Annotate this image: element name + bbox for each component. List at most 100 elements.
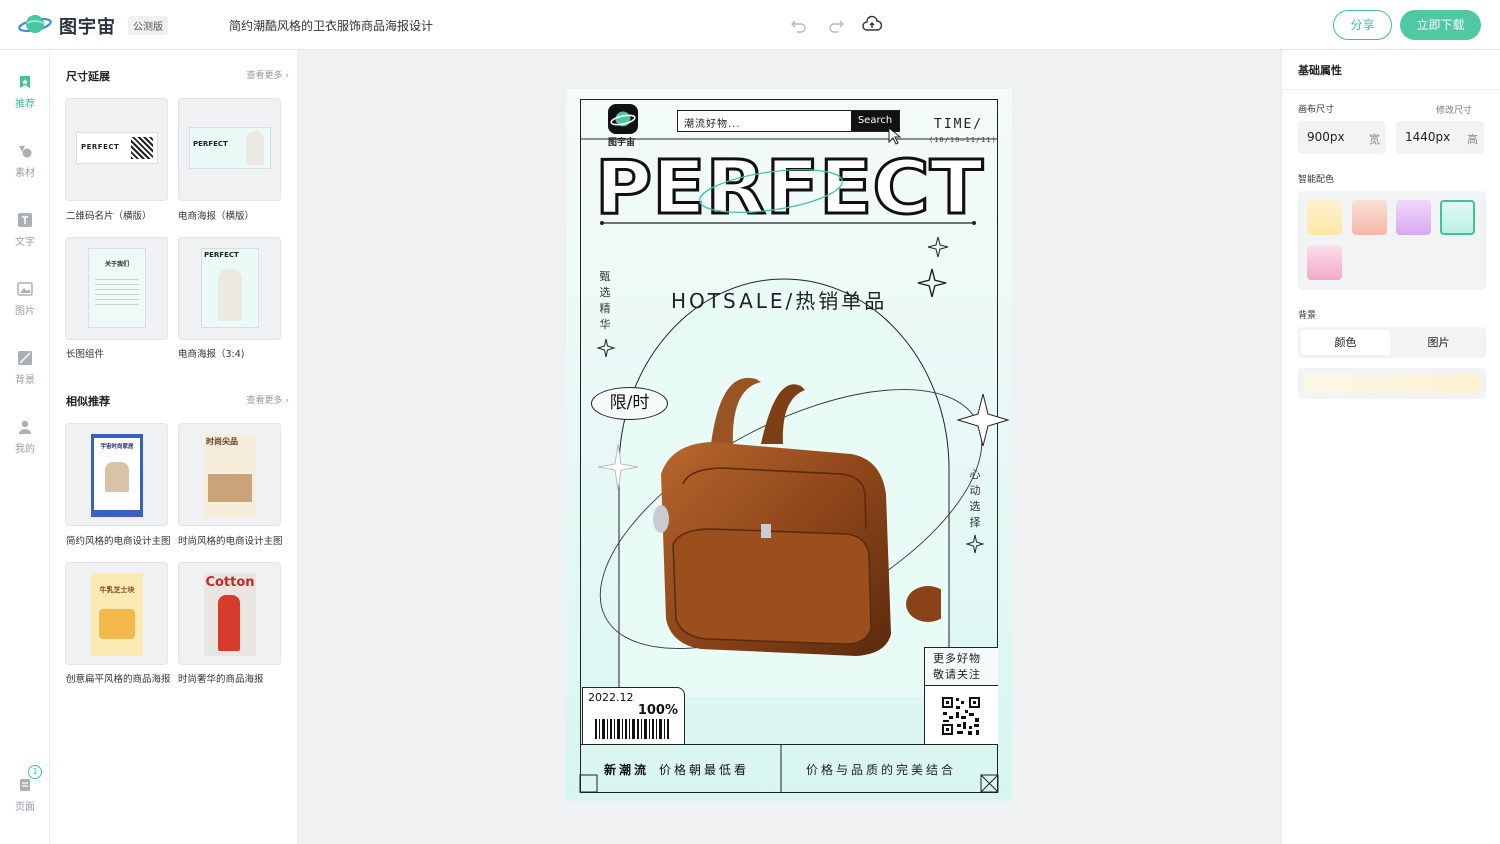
rail-item-mine[interactable]: 我的	[0, 419, 50, 469]
thumbnail: 宇宙时尚家居	[91, 434, 143, 517]
share-button[interactable]: 分享	[1333, 10, 1392, 40]
left-nav-rail: 推荐 素材 文字 图片 背景 我的 页面 1	[0, 50, 50, 844]
width-field[interactable]: 900px 宽	[1298, 121, 1386, 154]
top-bar: 图宇宙 公测版 简约潮酷风格的卫衣服饰商品海报设计 分享 立即下载	[0, 0, 1500, 50]
card-caption: 创意扁平风格的商品海报	[66, 674, 171, 685]
background-color-preview[interactable]	[1298, 368, 1486, 399]
qr-code-icon	[941, 696, 981, 736]
template-panel: 尺寸延展 查看更多 › PERFECT 二维码名片（横版） PERFECT 电商…	[50, 50, 297, 844]
canvas-size-label: 画布尺寸	[1298, 105, 1335, 115]
cloud-save-icon[interactable]	[862, 15, 882, 35]
template-card[interactable]: 时尚尖品	[178, 423, 281, 526]
thumbnail: PERFECT	[76, 132, 158, 164]
thumbnail: 时尚尖品	[204, 434, 256, 517]
page-count-badge: 1	[28, 765, 42, 779]
poster-vertical-right: 心动选择	[969, 468, 981, 529]
color-swatch[interactable]	[1307, 245, 1342, 280]
undo-icon[interactable]	[789, 15, 809, 35]
thumbnail: PERFECT	[201, 248, 259, 328]
poster-canvas[interactable]: 图宇宙 潮流好物... Search TIME/ (10/10—11/11) P…	[566, 89, 1012, 801]
template-card[interactable]: Cotton	[178, 562, 281, 665]
template-card[interactable]: 宇宙时尚家居	[65, 423, 168, 526]
poster-search-box: 潮流好物... Search	[677, 110, 900, 132]
smart-color-label: 智能配色	[1298, 175, 1335, 185]
color-swatch[interactable]	[1352, 200, 1387, 235]
color-scheme-box	[1298, 191, 1486, 290]
poster-date-range: (10/10—11/11)	[929, 136, 997, 144]
rail-item-text[interactable]: 文字	[0, 212, 50, 262]
resize-link[interactable]: 修改尺寸	[1436, 103, 1472, 116]
divider	[1282, 89, 1500, 90]
poster-more-goods: 更多好物 敬请关注	[924, 647, 998, 685]
text-icon	[18, 213, 32, 227]
see-more-link[interactable]: 查看更多 ›	[247, 68, 289, 81]
color-swatch[interactable]	[1307, 200, 1342, 235]
background-icon	[18, 351, 32, 365]
tab-color[interactable]: 颜色	[1301, 330, 1390, 355]
rail-label: 背景	[15, 375, 35, 386]
thumbnail: PERFECT	[189, 127, 271, 169]
card-caption: 电商海报（3:4)	[178, 349, 245, 360]
rail-item-recommend[interactable]: 推荐	[0, 74, 50, 124]
section-title-similar: 相似推荐	[66, 395, 110, 408]
planet-logo-icon[interactable]	[18, 11, 52, 39]
poster-time-label: TIME/	[934, 117, 984, 132]
height-field[interactable]: 1440px 高	[1396, 121, 1484, 154]
background-label: 背景	[1298, 311, 1317, 321]
poster-qr-box	[924, 685, 998, 745]
rail-label: 页面	[15, 802, 35, 813]
panel-title: 基础属性	[1298, 64, 1342, 77]
color-swatch-selected[interactable]	[1440, 200, 1475, 235]
image-icon	[17, 282, 33, 296]
card-caption: 时尚风格的电商设计主图	[178, 536, 283, 547]
poster-bottom-right: 价格与品质的完美结合	[806, 763, 957, 777]
pages-icon	[20, 779, 30, 791]
thumbnail: Cotton	[204, 573, 256, 656]
rail-label: 推荐	[15, 99, 35, 110]
edition-badge: 公测版	[128, 16, 168, 35]
user-icon	[19, 420, 31, 434]
poster-headline: PERFECT	[594, 149, 986, 223]
thumbnail: 牛乳芝士块	[91, 573, 143, 656]
background-tabs: 颜色 图片	[1298, 327, 1486, 358]
download-button[interactable]: 立即下载	[1400, 10, 1481, 40]
template-card[interactable]: 牛乳芝士块	[65, 562, 168, 665]
card-caption: 二维码名片（横版）	[66, 211, 152, 222]
properties-panel: 基础属性 画布尺寸 修改尺寸 900px 宽 1440px 高 智能配色 背景 …	[1281, 50, 1500, 844]
brand-name[interactable]: 图宇宙	[59, 13, 116, 39]
card-caption: 电商海报（横版）	[178, 211, 255, 222]
rail-item-background[interactable]: 背景	[0, 350, 50, 400]
template-card[interactable]: PERFECT	[178, 237, 281, 340]
tab-image[interactable]: 图片	[1394, 330, 1483, 355]
barcode-icon	[595, 719, 669, 739]
rail-label: 我的	[15, 444, 35, 455]
rail-item-material[interactable]: 素材	[0, 143, 50, 193]
rail-label: 素材	[15, 168, 35, 179]
card-caption: 时尚奢华的商品海报	[178, 674, 264, 685]
rail-item-pages[interactable]: 页面	[0, 777, 50, 827]
poster-logo-icon	[608, 104, 638, 134]
rail-label: 图片	[15, 306, 35, 317]
section-title-size: 尺寸延展	[66, 70, 110, 83]
card-caption: 长图组件	[66, 349, 105, 360]
template-card[interactable]: 关于我们	[65, 237, 168, 340]
redo-icon[interactable]	[826, 15, 846, 35]
rail-label: 文字	[15, 237, 35, 248]
gradient-swatch	[1304, 374, 1480, 393]
template-card[interactable]: PERFECT	[178, 98, 281, 201]
poster-ticket: 2022.12 100%	[582, 687, 685, 745]
thumbnail: 关于我们	[88, 248, 146, 328]
template-card[interactable]: PERFECT	[65, 98, 168, 201]
poster-logo-text: 图宇宙	[608, 138, 636, 148]
canvas-area: 图宇宙 潮流好物... Search TIME/ (10/10—11/11) P…	[297, 50, 1281, 844]
see-more-link[interactable]: 查看更多 ›	[247, 393, 289, 406]
recommend-icon	[20, 76, 30, 88]
poster-bottom-left: 新潮流 价格朝最低看	[604, 763, 750, 777]
rail-item-image[interactable]: 图片	[0, 281, 50, 331]
leather-bag-image	[653, 377, 941, 656]
poster-bottom-bar: 新潮流 价格朝最低看 价格与品质的完美结合	[580, 744, 998, 793]
poster-vertical-left: 甄选精华	[599, 270, 611, 331]
color-swatch[interactable]	[1396, 200, 1431, 235]
document-title[interactable]: 简约潮酷风格的卫衣服饰商品海报设计	[229, 17, 433, 34]
svg-text:PERFECT: PERFECT	[595, 149, 984, 223]
